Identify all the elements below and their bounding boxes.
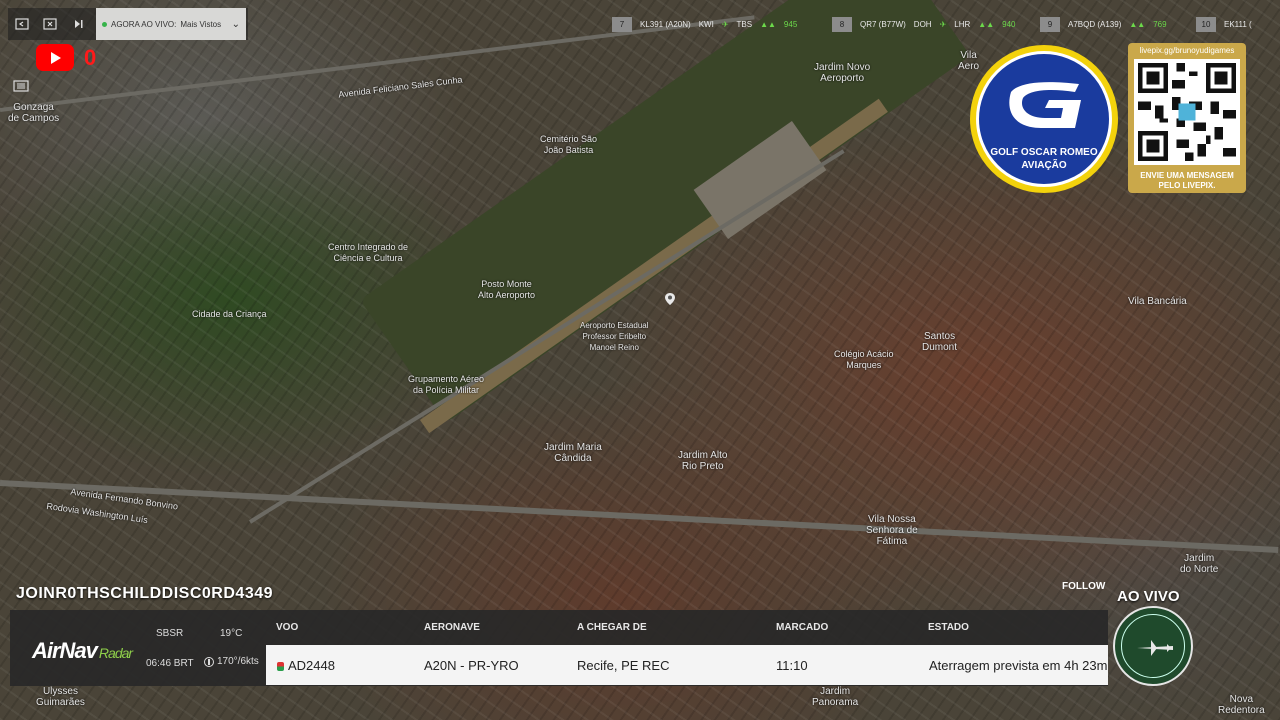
ticker-rank: 7 — [612, 16, 632, 32]
place-label: Vila Aero — [958, 50, 980, 72]
place-label: Jardim Maria Cândida — [544, 442, 602, 464]
skip-next-icon — [75, 20, 83, 28]
g-wing-logo-icon — [1009, 82, 1081, 128]
logo-line2: AVIAÇÃO — [1021, 160, 1067, 171]
place-label: Jardim Novo Aeroporto — [814, 62, 871, 84]
ticker-flight[interactable]: 10 EK111 ( — [1196, 16, 1252, 32]
ticker-from: KWI — [698, 19, 714, 29]
logo-line1: GOLF OSCAR ROMEO — [990, 147, 1098, 158]
channel-name: JOINR0THSCHILDDISC0RD4349 — [16, 585, 274, 602]
place-label: Jardim Panorama — [812, 686, 859, 708]
club-emblem-logo — [1113, 606, 1193, 686]
now-live-value: Mais Vistos — [180, 19, 222, 29]
youtube-viewer-count: 0 — [84, 45, 97, 70]
livepix-message: ENVIE UMA MENSAGEM PELO LIVEPIX. — [1128, 171, 1246, 191]
status-cell: Aterragem prevista em 4h 23m — [929, 658, 1108, 673]
altitude-icon: ▲▲ — [760, 19, 776, 29]
livepix-qr-panel[interactable]: livepix.gg/brunoyudigames ENVIE UMA MENS… — [1128, 43, 1246, 193]
airport-pin-icon[interactable] — [665, 293, 675, 305]
ticker-callsign: EK111 ( — [1224, 19, 1252, 29]
live-label: AO VIVO — [1117, 588, 1180, 605]
plane-icon: ✈ — [721, 19, 729, 29]
airport-info-panel: AirNav Radar SBSR 06:46 BRT 19°C 170°/6kt… — [10, 610, 1108, 686]
brand-sub: Radar — [98, 645, 133, 661]
brand-name: AirNav — [32, 638, 98, 663]
place-label: Cemitério São João Batista — [540, 134, 598, 155]
column-header-flight: VOO — [276, 622, 299, 633]
golf-oscar-romeo-logo: GOLF OSCAR ROMEO AVIAÇÃO — [970, 45, 1118, 193]
place-label: Colégio Acácio Marques — [834, 349, 894, 370]
ticker-callsign: QR7 (B77W) — [860, 19, 906, 29]
wind-value: 170°/6kts — [217, 656, 259, 667]
ticker-alt: 945 — [783, 19, 798, 29]
ticker-to: TBS — [736, 19, 753, 29]
airnav-radar-logo: AirNav Radar — [32, 638, 133, 664]
flight-row[interactable]: AD2448 A20N - PR-YRO Recife, PE REC 11:1… — [266, 645, 1108, 685]
ticker-from: DOH — [913, 19, 932, 29]
column-header-status: ESTADO — [928, 622, 969, 633]
place-label: Grupamento Aéreo da Polícia Militar — [408, 374, 485, 395]
place-label: Vila Nossa Senhora de Fátima — [866, 514, 918, 547]
ticker-alt: 769 — [1153, 19, 1167, 29]
place-label: Aeroporto Estadual Professor Eribelto Ma… — [580, 321, 649, 352]
plane-icon: ✈ — [939, 19, 947, 29]
top-controls: AGORA AO VIVO: Mais Vistos ⌄ — [8, 8, 248, 40]
ticker-callsign: KL391 (A20N) — [640, 19, 691, 29]
temperature: 19°C — [220, 628, 243, 639]
livepix-message-text: ENVIE UMA MENSAGEM PELO LIVEPIX. — [1140, 171, 1234, 190]
qr-code-icon — [1134, 59, 1240, 165]
airline-icon — [277, 662, 284, 671]
place-label: Ulysses Guimarães — [36, 686, 85, 708]
layers-icon[interactable] — [12, 78, 30, 94]
column-header-arriving-from: A CHEGAR DE — [577, 622, 647, 633]
column-header-scheduled: MARCADO — [776, 622, 829, 633]
place-label: Centro Integrado de Ciência e Cultura — [328, 242, 409, 263]
ticker-rank: 10 — [1196, 16, 1216, 32]
place-label: Nova Redentora — [1218, 694, 1265, 716]
close-panel-button[interactable] — [36, 8, 64, 40]
place-label: Gonzaga de Campos — [8, 102, 60, 124]
place-label: Jardim Alto Rio Preto — [678, 450, 728, 472]
ticker-flight[interactable]: 8 QR7 (B77W) DOH ✈ LHR ▲▲ 940 — [832, 16, 1016, 32]
youtube-icon[interactable] — [36, 44, 74, 71]
logo-inner: GOLF OSCAR ROMEO AVIAÇÃO — [976, 51, 1112, 187]
aircraft-cell: A20N - PR-YRO — [424, 658, 519, 673]
wind-direction-icon — [204, 656, 214, 667]
origin-cell: Recife, PE REC — [577, 658, 670, 673]
altitude-icon: ▲▲ — [978, 19, 995, 29]
livepix-url: livepix.gg/brunoyudigames — [1139, 46, 1235, 55]
ticker-callsign: A7BQD (A139) — [1068, 19, 1122, 29]
flight-number: AD2448 — [288, 658, 335, 673]
scheduled-cell: 11:10 — [776, 658, 808, 673]
airport-icao: SBSR — [156, 628, 184, 639]
altitude-icon: ▲▲ — [1129, 19, 1146, 29]
ticker-rank: 9 — [1040, 16, 1060, 32]
live-dot-icon — [102, 21, 107, 27]
collapse-panel-icon — [15, 18, 29, 30]
place-label: Santos Dumont — [922, 331, 958, 353]
place-label: Posto Monte Alto Aeroporto — [478, 279, 536, 300]
logo-text: GOLF OSCAR ROMEO AVIAÇÃO — [979, 146, 1109, 172]
top-bar: AGORA AO VIVO: Mais Vistos ⌄ 7 KL391 (A2… — [0, 8, 1280, 40]
place-label: Vila Bancária — [1128, 296, 1187, 307]
ticker-flight[interactable]: 9 A7BQD (A139) ▲▲ 769 — [1040, 16, 1167, 32]
now-live-dropdown[interactable]: AGORA AO VIVO: Mais Vistos ⌄ — [96, 8, 246, 40]
follow-button[interactable]: FOLLOW — [1062, 581, 1105, 592]
local-time: 06:46 BRT — [146, 658, 194, 669]
place-label: Jardim do Norte — [1180, 553, 1219, 575]
ticker-alt: 940 — [1002, 19, 1016, 29]
ticker-rank: 8 — [832, 16, 852, 32]
collapse-panel-button[interactable] — [8, 8, 36, 40]
close-box-icon — [43, 18, 57, 30]
ticker-to: LHR — [954, 19, 971, 29]
now-live-label: AGORA AO VIVO: — [111, 19, 177, 29]
column-header-aircraft: AERONAVE — [424, 622, 480, 633]
flight-cell: AD2448 — [277, 658, 335, 673]
ticker-flight[interactable]: 7 KL391 (A20N) KWI ✈ TBS ▲▲ 945 — [612, 16, 797, 32]
wind-info: 170°/6kts — [204, 656, 259, 667]
chevron-down-icon: ⌄ — [231, 18, 240, 30]
emblem-plane-icon — [1137, 640, 1173, 656]
place-label: Cidade da Criança — [192, 309, 267, 319]
next-button[interactable] — [64, 8, 92, 40]
